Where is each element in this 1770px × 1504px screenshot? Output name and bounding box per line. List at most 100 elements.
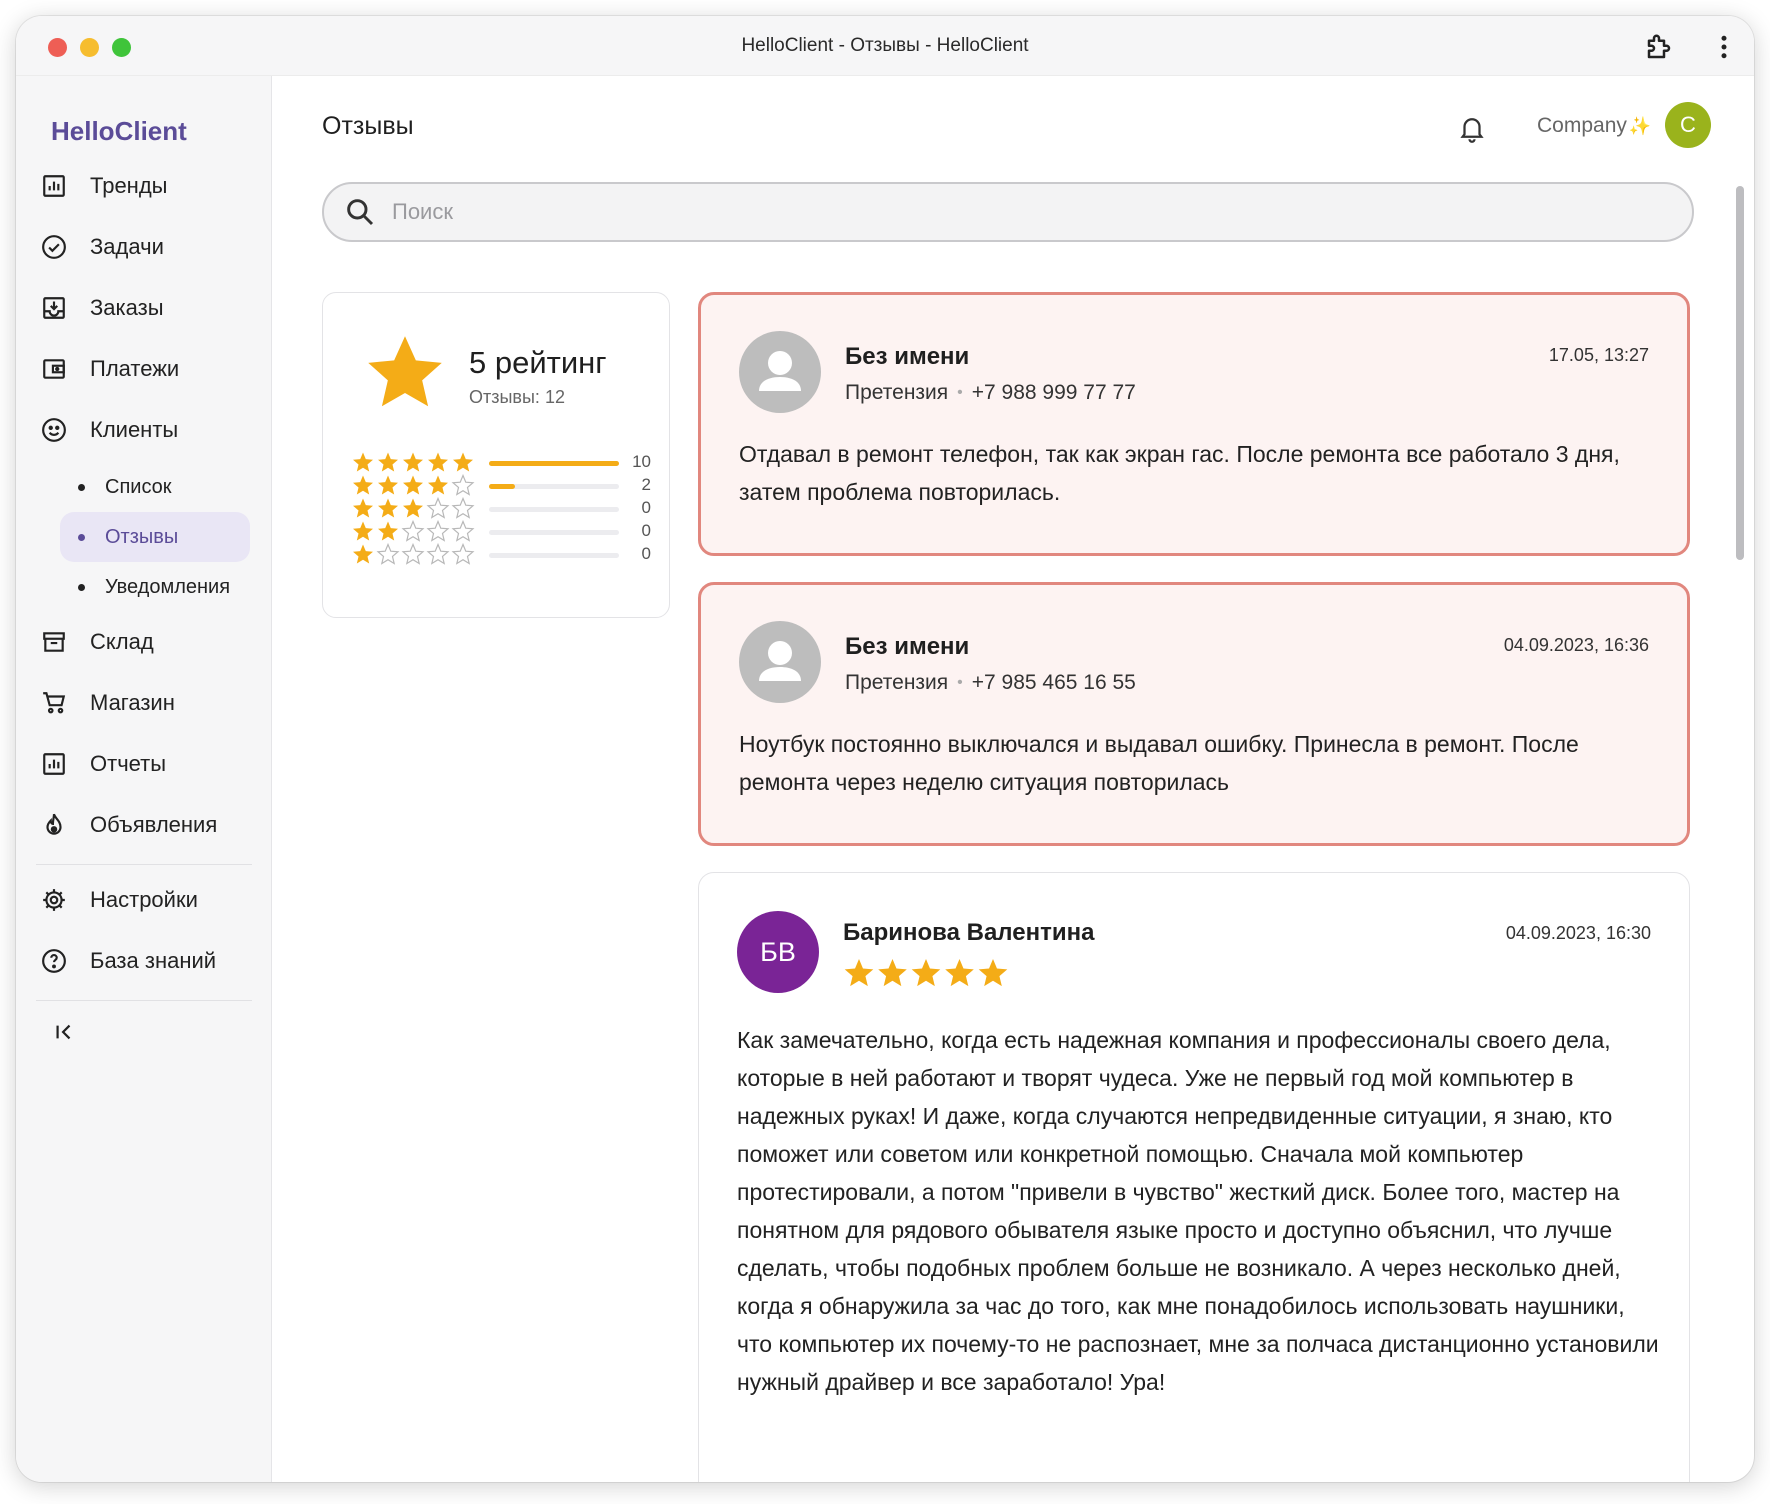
sidebar-item-label: Платежи — [90, 356, 180, 381]
sidebar-item-trends[interactable]: Тренды — [32, 158, 268, 214]
rating-summary-card: 5 рейтинг Отзывы: 12 10 2 0 0 0 — [322, 292, 670, 618]
review-date: 04.09.2023, 16:30 — [1505, 923, 1651, 943]
company-switcher[interactable]: Company ✨ — [1537, 114, 1651, 138]
bullet-icon — [78, 533, 85, 541]
rating-row-count: 0 — [641, 521, 651, 540]
stars-1-icon — [353, 543, 475, 565]
review-card[interactable]: БВ Баринова Валентина 04.09.2023, 16:30 … — [698, 872, 1690, 1482]
sidebar-item-shop[interactable]: Магазин — [32, 675, 268, 731]
sidebar-subitem-label: Список — [105, 475, 172, 498]
sidebar-item-announcements[interactable]: Объявления — [32, 797, 268, 853]
search-icon — [347, 199, 374, 226]
check-circle-icon — [32, 225, 76, 269]
report-chart-icon — [32, 742, 76, 786]
reviewer-phone[interactable]: +7 985 465 16 55 — [972, 671, 1136, 695]
stars-4-icon — [353, 474, 475, 496]
review-text: Как замечательно, когда есть надежная ко… — [737, 1027, 1659, 1395]
star-icon — [368, 336, 442, 407]
sidebar-subitem-list[interactable]: Список — [60, 462, 250, 512]
review-card[interactable]: Без имени Претензия • +7 985 465 16 55 0… — [698, 582, 1690, 846]
sidebar-item-settings[interactable]: Настройки — [32, 872, 268, 928]
inbox-download-icon — [32, 286, 76, 330]
sidebar-item-label: Склад — [90, 629, 154, 654]
user-avatar[interactable]: C — [1665, 102, 1711, 148]
sidebar-item-payments[interactable]: Платежи — [32, 341, 268, 397]
user-silhouette-icon — [759, 351, 801, 391]
review-date: 04.09.2023, 16:36 — [1503, 635, 1649, 655]
stars-2-icon — [353, 520, 475, 542]
sidebar-item-orders[interactable]: Заказы — [32, 280, 268, 336]
sidebar-item-tasks[interactable]: Задачи — [32, 219, 268, 275]
sidebar-item-warehouse[interactable]: Склад — [32, 614, 268, 670]
company-name: Company — [1537, 114, 1627, 137]
sparkle-icon: ✨ — [1628, 115, 1652, 136]
stars-5-icon — [844, 959, 1008, 987]
rating-count: Отзывы: 12 — [469, 387, 565, 407]
collapse-sidebar-button[interactable] — [44, 1012, 84, 1052]
user-silhouette-icon — [759, 641, 801, 681]
collapse-left-icon — [56, 1024, 71, 1040]
smile-icon — [32, 408, 76, 452]
anonymous-avatar — [739, 621, 821, 703]
fire-icon — [32, 803, 76, 847]
sidebar-divider — [36, 1000, 252, 1001]
rating-row-count: 0 — [641, 498, 651, 517]
review-category: Претензия — [845, 671, 949, 694]
rating-row: 0 — [351, 543, 651, 567]
cart-icon — [32, 681, 76, 725]
extension-icon[interactable] — [1644, 32, 1674, 62]
review-meta: Претензия • +7 988 999 77 77 — [845, 381, 1136, 405]
sidebar-item-reports[interactable]: Отчеты — [32, 736, 268, 792]
review-meta: Претензия • +7 985 465 16 55 — [845, 671, 1136, 695]
rating-title: 5 рейтинг — [469, 345, 607, 380]
reviewer-name: Без имени — [845, 343, 970, 370]
sidebar: HelloClient Тренды Задачи Заказы Платежи — [16, 76, 272, 1482]
bell-icon — [1460, 118, 1484, 143]
rating-row: 0 — [351, 497, 651, 521]
wallet-icon — [32, 347, 76, 391]
rating-bar — [489, 484, 619, 489]
rating-row: 10 — [351, 451, 651, 475]
scrollbar-thumb[interactable] — [1736, 186, 1744, 560]
reviewer-name: Без имени — [845, 633, 970, 660]
sidebar-item-label: Тренды — [90, 173, 168, 198]
bullet-icon — [78, 583, 85, 591]
sidebar-item-knowledge-base[interactable]: База знаний — [32, 933, 268, 989]
review-card[interactable]: Без имени Претензия • +7 988 999 77 77 1… — [698, 292, 1690, 556]
rating-bar-fill — [489, 484, 515, 489]
stars-5-icon — [353, 452, 473, 472]
sidebar-subitem-label: Отзывы — [105, 525, 179, 548]
sidebar-item-label: Отчеты — [90, 751, 167, 776]
title-bar: HelloClient - Отзывы - HelloClient — [16, 16, 1754, 76]
rating-row-count: 0 — [641, 544, 651, 563]
sidebar-item-label: Объявления — [90, 812, 218, 837]
sidebar-subitem-notifications[interactable]: Уведомления — [60, 562, 250, 612]
rating-row: 0 — [351, 520, 651, 544]
search-input[interactable] — [392, 199, 1592, 225]
reviewer-phone[interactable]: +7 988 999 77 77 — [972, 381, 1136, 405]
dot-separator-icon: • — [957, 674, 963, 691]
archive-icon — [32, 620, 76, 664]
rating-bar — [489, 553, 619, 558]
sidebar-item-clients[interactable]: Клиенты — [32, 402, 268, 458]
review-text: Отдавал в ремонт телефон, так как экран … — [739, 441, 1620, 505]
rating-bar — [489, 530, 619, 535]
sidebar-item-label: Задачи — [90, 234, 164, 259]
sidebar-item-label: База знаний — [90, 948, 217, 973]
sidebar-item-label: Заказы — [90, 295, 164, 320]
help-circle-icon — [32, 939, 76, 983]
brand-logo[interactable]: HelloClient — [51, 116, 187, 147]
search-bar — [322, 182, 1694, 242]
notifications-button[interactable] — [1452, 108, 1492, 148]
review-date: 17.05, 13:27 — [1548, 345, 1649, 365]
app-window: HelloClient - Отзывы - HelloClient Hello… — [16, 16, 1754, 1482]
page-title: Отзывы — [322, 112, 414, 140]
rating-bar — [489, 461, 619, 466]
more-vertical-icon[interactable] — [1716, 32, 1732, 62]
rating-row: 2 — [351, 474, 651, 498]
review-category: Претензия — [845, 381, 949, 404]
sidebar-item-label: Магазин — [90, 690, 175, 715]
sidebar-subitem-reviews[interactable]: Отзывы — [60, 512, 250, 562]
bar-chart-icon — [32, 164, 76, 208]
reviewer-name: Баринова Валентина — [843, 919, 1095, 946]
